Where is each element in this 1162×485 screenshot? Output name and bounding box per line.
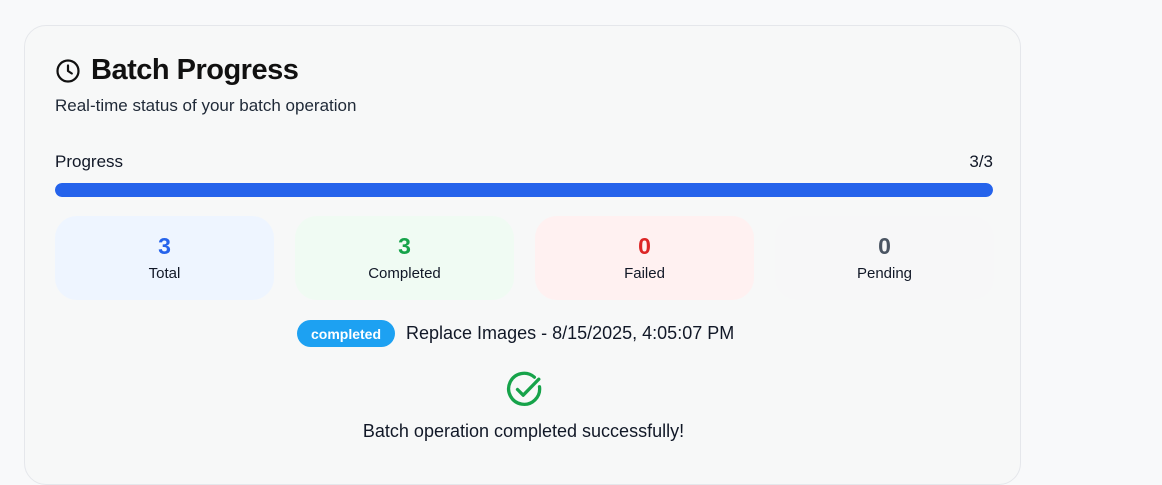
stat-pending-value: 0 xyxy=(878,232,891,259)
stat-total: 3 Total xyxy=(55,216,274,300)
clock-icon xyxy=(55,58,81,84)
status-badge: completed xyxy=(297,320,396,347)
stat-failed-value: 0 xyxy=(638,232,651,259)
stat-failed: 0 Failed xyxy=(535,216,754,300)
operation-summary: completed Replace Images - 8/15/2025, 4:… xyxy=(297,320,734,347)
batch-progress-card: Batch Progress Real-time status of your … xyxy=(24,25,1021,485)
stat-pending: 0 Pending xyxy=(775,216,994,300)
card-subtitle: Real-time status of your batch operation xyxy=(55,96,357,115)
progress-bar-fill xyxy=(55,183,993,197)
stat-completed-label: Completed xyxy=(368,264,441,282)
stat-total-value: 3 xyxy=(158,232,171,259)
progress-count: 3/3 xyxy=(969,152,993,171)
success-message: Batch operation completed successfully! xyxy=(362,421,685,441)
card-title: Batch Progress xyxy=(91,54,299,86)
progress-header: Progress 3/3 xyxy=(55,152,993,172)
stat-pending-label: Pending xyxy=(856,264,913,282)
stat-total-label: Total xyxy=(148,264,181,282)
stat-completed-value: 3 xyxy=(398,232,411,259)
stat-failed-label: Failed xyxy=(624,264,665,282)
progress-label: Progress xyxy=(55,152,124,171)
progress-bar xyxy=(55,183,993,197)
stat-completed: 3 Completed xyxy=(295,216,514,300)
operation-description: Replace Images - 8/15/2025, 4:05:07 PM xyxy=(406,323,735,343)
check-circle-icon xyxy=(505,369,545,409)
card-header: Batch Progress xyxy=(55,54,299,86)
stats-grid: 3 Total 3 Completed 0 Failed 0 Pending xyxy=(55,216,994,300)
